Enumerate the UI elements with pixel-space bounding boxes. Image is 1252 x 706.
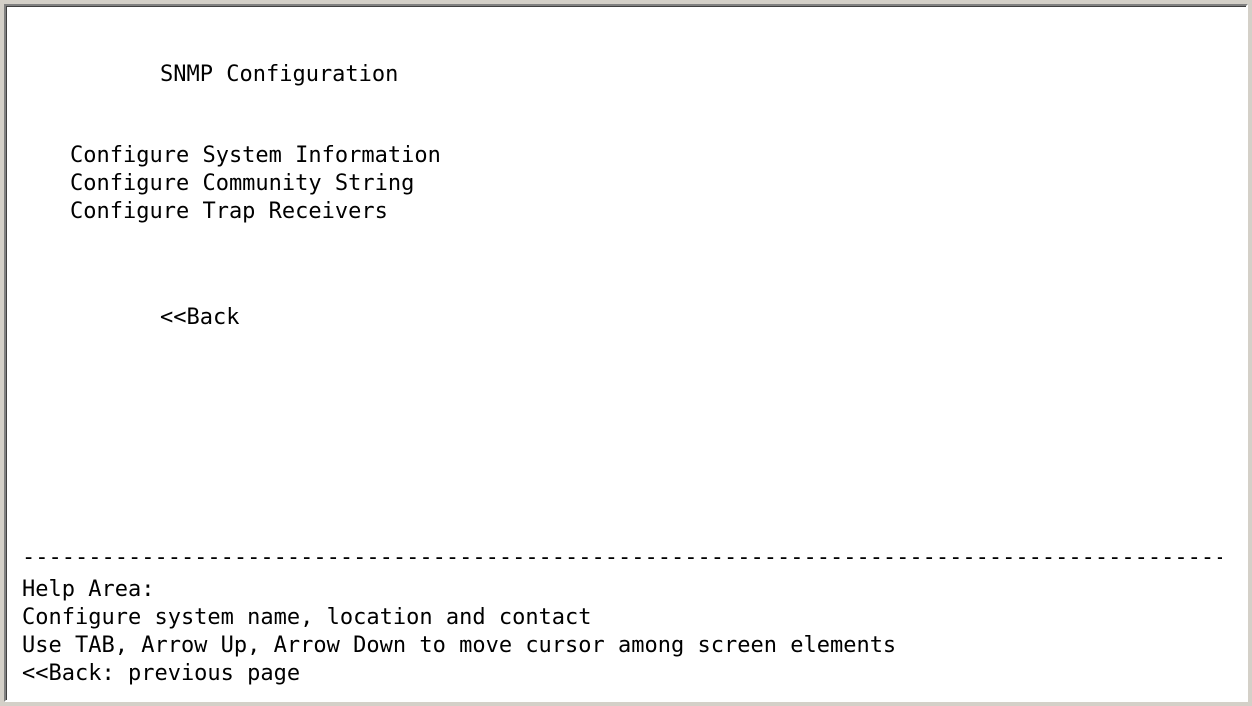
terminal-screen: SNMP Configuration Configure System Info… (4, 4, 1248, 702)
help-text-line: <<Back: previous page (22, 661, 301, 686)
back-button[interactable]: <<Back (160, 304, 239, 332)
terminal-window: SNMP Configuration Configure System Info… (0, 0, 1252, 706)
help-text-line: Configure system name, location and cont… (22, 605, 592, 630)
menu-item-configure-community-string[interactable]: Configure Community String (70, 170, 414, 198)
menu-item-configure-trap-receivers[interactable]: Configure Trap Receivers (70, 198, 388, 226)
help-text-line: Use TAB, Arrow Up, Arrow Down to move cu… (22, 633, 897, 658)
menu-item-configure-system-information[interactable]: Configure System Information (70, 142, 441, 170)
page-title: SNMP Configuration (160, 62, 399, 87)
help-area-title: Help Area: (22, 577, 155, 602)
divider: ----------------------------------------… (22, 545, 1222, 570)
